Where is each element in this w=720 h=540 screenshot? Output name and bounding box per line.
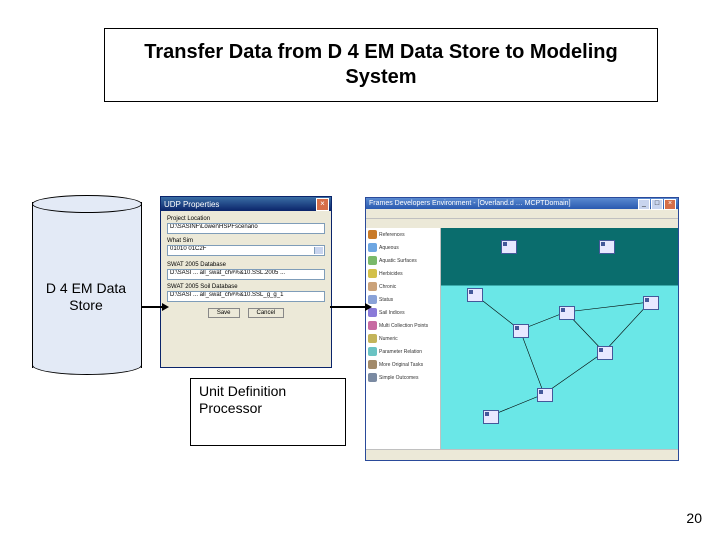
sidebar-item-label: Multi Collection Points bbox=[379, 323, 428, 329]
label-what-sim: What Sim bbox=[167, 238, 325, 244]
close-icon[interactable]: × bbox=[316, 198, 329, 211]
sidebar-item[interactable]: Herbicides bbox=[366, 267, 440, 280]
sidebar-item-label: Herbicides bbox=[379, 271, 403, 277]
model-edge bbox=[566, 302, 650, 312]
dialog-title-text: UDP Properties bbox=[164, 200, 219, 209]
model-edge bbox=[520, 330, 544, 394]
app-sidebar: References Aqueous Aquatic Surfaces Herbici… bbox=[366, 228, 441, 450]
app-menubar[interactable] bbox=[366, 209, 678, 219]
dialog-titlebar[interactable]: UDP Properties × bbox=[161, 197, 331, 211]
model-node[interactable] bbox=[643, 296, 659, 310]
sidebar-item-label: Status bbox=[379, 297, 393, 303]
udp-properties-dialog: UDP Properties × Project Location D:\SAS… bbox=[160, 196, 332, 368]
sidebar-item-icon bbox=[368, 347, 377, 356]
sidebar-item[interactable]: Numeric bbox=[366, 332, 440, 345]
model-node[interactable] bbox=[559, 306, 575, 320]
sidebar-item[interactable]: Status bbox=[366, 293, 440, 306]
sidebar-item-icon bbox=[368, 373, 377, 382]
slide-title: Transfer Data from D 4 EM Data Store to … bbox=[104, 28, 658, 102]
model-node[interactable] bbox=[537, 388, 553, 402]
maximize-icon[interactable]: □ bbox=[651, 199, 663, 210]
label-project-location: Project Location bbox=[167, 216, 325, 222]
sidebar-item[interactable]: Chronic bbox=[366, 280, 440, 293]
sidebar-item-label: Sail Indices bbox=[379, 310, 405, 316]
udp-label-box: Unit Definition Processor bbox=[190, 378, 346, 446]
sidebar-item[interactable]: Sail Indices bbox=[366, 306, 440, 319]
sidebar-item[interactable]: Simple Outcomes bbox=[366, 371, 440, 384]
minimize-icon[interactable]: _ bbox=[638, 199, 650, 210]
sidebar-item-icon bbox=[368, 334, 377, 343]
sidebar-item-label: References bbox=[379, 232, 405, 238]
sidebar-item-icon bbox=[368, 360, 377, 369]
arrow-store-to-dialog bbox=[141, 306, 163, 308]
sidebar-item-label: Aqueous bbox=[379, 245, 399, 251]
arrow-dialog-to-app bbox=[330, 306, 366, 308]
sidebar-item[interactable]: References bbox=[366, 228, 440, 241]
sidebar-item-icon bbox=[368, 256, 377, 265]
input-swat2005-db[interactable]: D:\SASI ... all_swat_ch#%&10.SSL.2005 ..… bbox=[167, 269, 325, 280]
sidebar-item[interactable]: Aquatic Surfaces bbox=[366, 254, 440, 267]
sidebar-item-label: Parameter Relation bbox=[379, 349, 422, 355]
modeling-app-window: Frames Developers Environment - [Overlan… bbox=[365, 197, 679, 461]
sidebar-item-icon bbox=[368, 321, 377, 330]
cancel-button[interactable]: Cancel bbox=[248, 308, 285, 318]
close-icon[interactable]: × bbox=[664, 199, 676, 210]
model-node[interactable] bbox=[483, 410, 499, 424]
sidebar-item-label: Chronic bbox=[379, 284, 396, 290]
model-node[interactable] bbox=[501, 240, 517, 254]
sidebar-item-label: Simple Outcomes bbox=[379, 375, 418, 381]
input-project-location[interactable]: D:\SASINF\Lower\HSPFscenario bbox=[167, 223, 325, 234]
app-titlebar[interactable]: Frames Developers Environment - [Overlan… bbox=[366, 198, 678, 209]
app-statusbar bbox=[366, 449, 678, 460]
sidebar-item[interactable]: Multi Collection Points bbox=[366, 319, 440, 332]
data-store-label: D 4 EM Data Store bbox=[34, 280, 138, 314]
model-node[interactable] bbox=[597, 346, 613, 360]
input-swat2005-soil-db[interactable]: D:\SASI ... all_swat_ch#%&10.SSL_g_g_1 bbox=[167, 291, 325, 302]
sidebar-item[interactable]: Parameter Relation bbox=[366, 345, 440, 358]
sidebar-item-icon bbox=[368, 282, 377, 291]
sidebar-item[interactable]: Aqueous bbox=[366, 241, 440, 254]
model-node[interactable] bbox=[513, 324, 529, 338]
model-node[interactable] bbox=[599, 240, 615, 254]
sidebar-item-label: Numeric bbox=[379, 336, 398, 342]
label-swat2005-db: SWAT 2005 Database bbox=[167, 262, 325, 268]
app-title-text: Frames Developers Environment - [Overlan… bbox=[369, 200, 571, 207]
sidebar-item-label: Aquatic Surfaces bbox=[379, 258, 417, 264]
model-canvas[interactable] bbox=[441, 228, 678, 450]
sidebar-item[interactable]: More Original Tasks bbox=[366, 358, 440, 371]
sidebar-item-label: More Original Tasks bbox=[379, 362, 423, 368]
page-number: 20 bbox=[686, 510, 702, 526]
label-swat2005-soil-db: SWAT 2005 Soil Database bbox=[167, 284, 325, 290]
sidebar-item-icon bbox=[368, 243, 377, 252]
save-button[interactable]: Save bbox=[208, 308, 240, 318]
sidebar-item-icon bbox=[368, 269, 377, 278]
model-edge bbox=[544, 352, 604, 394]
model-node[interactable] bbox=[467, 288, 483, 302]
combo-what-sim[interactable]: 01010 01C2F bbox=[167, 245, 325, 256]
sidebar-item-icon bbox=[368, 230, 377, 239]
